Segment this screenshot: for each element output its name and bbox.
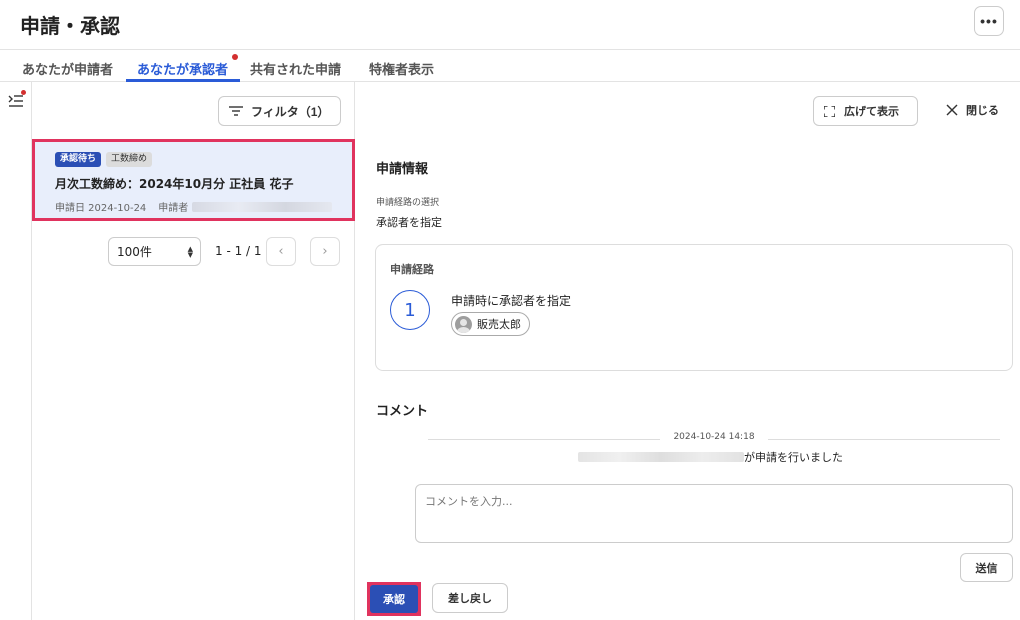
tab-shared-requests[interactable]: 共有された申請 — [250, 59, 341, 78]
rail-notification-dot — [21, 90, 26, 95]
select-arrows-icon: ▲ ▼ — [187, 245, 193, 259]
step-number: 1 — [390, 290, 430, 330]
request-list-pane: フィルタ（1） 承認待ち 工数締め 月次工数締め：2024年10月分 正社員 花… — [32, 82, 355, 620]
request-info-title: 申請情報 — [376, 162, 429, 177]
timeline-divider: 2024-10-24 14:18 — [428, 432, 1000, 446]
list-collapse-icon[interactable] — [8, 94, 24, 108]
activity-entry: が申請を行いました — [578, 449, 843, 465]
comment-section-title: コメント — [376, 404, 429, 419]
approve-button[interactable]: 承認 — [367, 582, 421, 616]
chevron-right-icon: › — [322, 244, 328, 259]
close-icon — [946, 104, 958, 116]
applicant-name-redacted — [192, 201, 333, 212]
expand-icon — [824, 105, 835, 117]
request-title: 月次工数締め：2024年10月分 正社員 花子 — [55, 177, 294, 191]
tab-privileged-view[interactable]: 特権者表示 — [369, 59, 434, 78]
route-select-value: 承認者を指定 — [376, 216, 442, 229]
step-label: 申請時に承認者を指定 — [451, 294, 572, 308]
filter-icon — [229, 106, 243, 116]
comment-input[interactable] — [415, 484, 1013, 543]
pagination-range: 1 - 1 / 1 — [215, 244, 262, 258]
prev-page-button[interactable]: ‹ — [266, 237, 296, 266]
send-back-button[interactable]: 差し戻し — [432, 583, 508, 613]
chevron-left-icon: ‹ — [278, 244, 284, 259]
approver-name: 販売太郎 — [477, 318, 521, 331]
applicant-label: 申請者 — [158, 203, 189, 214]
type-badge: 工数締め — [106, 152, 153, 167]
status-badge: 承認待ち — [55, 152, 102, 167]
expand-label: 広げて表示 — [844, 106, 899, 118]
more-horizontal-icon: ••• — [980, 13, 998, 29]
actor-name-redacted — [578, 452, 744, 462]
request-meta: 申請日 2024-10-24 申請者 — [55, 199, 333, 214]
close-detail-button[interactable]: 閉じる — [946, 102, 999, 118]
approver-chip[interactable]: 販売太郎 — [451, 312, 530, 336]
tab-as-approver[interactable]: あなたが承認者 — [137, 59, 228, 78]
timeline-line-right — [768, 439, 1000, 440]
list-item[interactable]: 承認待ち 工数締め 月次工数締め：2024年10月分 正社員 花子 申請日 20… — [32, 139, 355, 221]
route-box: 申請経路 1 申請時に承認者を指定 販売太郎 — [375, 244, 1013, 371]
route-select-label: 申請経路の選択 — [376, 198, 440, 208]
approve-label: 承認 — [370, 585, 418, 613]
tab-as-applicant[interactable]: あなたが申請者 — [22, 59, 113, 78]
page-size-select[interactable]: 100件 ▲ ▼ — [108, 237, 201, 266]
side-rail — [0, 82, 32, 620]
route-box-title: 申請経路 — [390, 263, 434, 276]
avatar — [455, 315, 472, 333]
activity-text: が申請を行いました — [744, 451, 843, 464]
filter-label: フィルタ（1） — [251, 104, 330, 119]
app-header: 申請・承認 ••• — [0, 0, 1020, 50]
send-comment-button[interactable]: 送信 — [960, 553, 1013, 582]
timeline-date: 2024-10-24 14:18 — [673, 432, 755, 442]
filter-button[interactable]: フィルタ（1） — [218, 96, 341, 126]
page-title: 申請・承認 — [20, 14, 120, 38]
next-page-button[interactable]: › — [310, 237, 340, 266]
expand-view-button[interactable]: 広げて表示 — [813, 96, 918, 126]
tab-bar: あなたが申請者 あなたが承認者 共有された申請 特権者表示 — [0, 51, 1020, 82]
close-label: 閉じる — [966, 104, 999, 117]
request-date: 申請日 2024-10-24 — [55, 203, 147, 214]
page-size-value: 100件 — [117, 245, 152, 259]
tab-notification-dot — [232, 54, 238, 60]
more-options-button[interactable]: ••• — [974, 6, 1004, 36]
request-detail-pane: 広げて表示 閉じる 申請情報 申請経路の選択 承認者を指定 申請経路 1 申請時… — [356, 82, 1020, 620]
